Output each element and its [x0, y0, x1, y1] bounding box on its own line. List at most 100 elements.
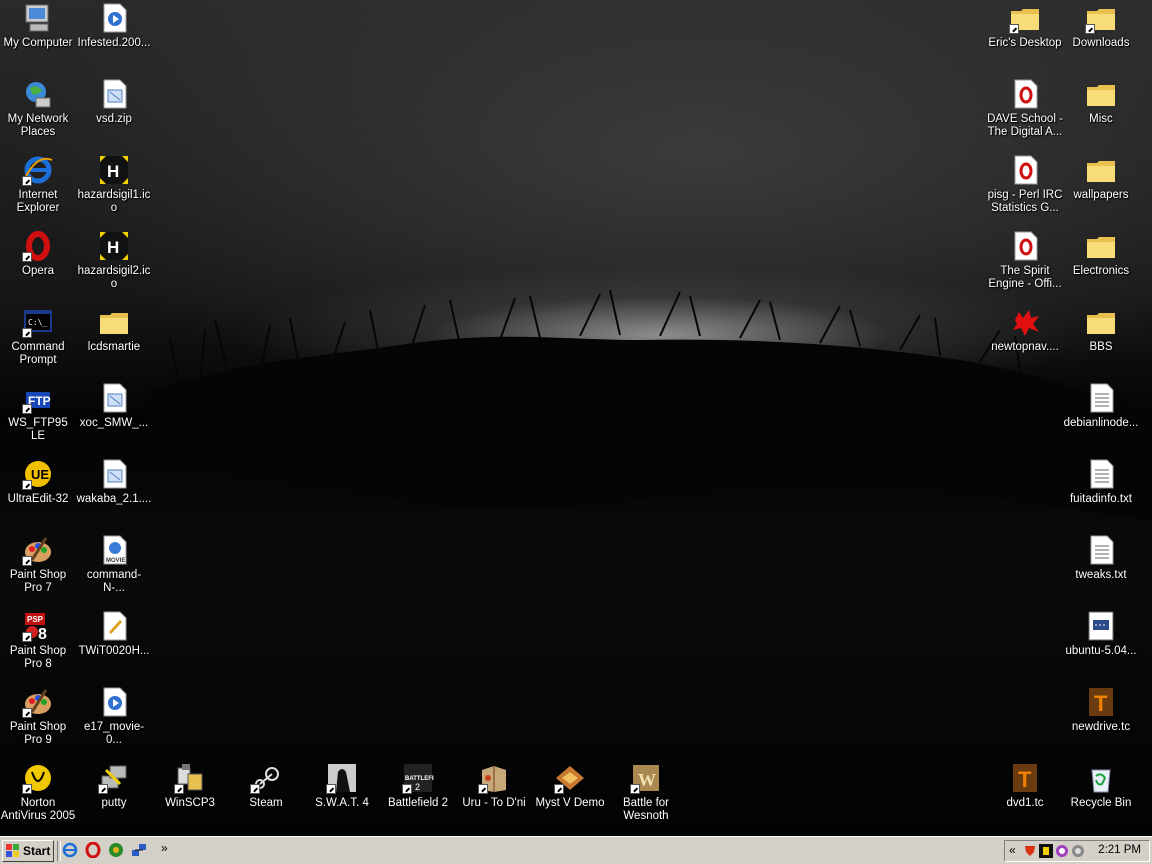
svg-text:MOVIE: MOVIE: [106, 558, 125, 564]
desktop-icon-internet-explorer[interactable]: Internet Explorer: [0, 152, 76, 228]
desktop-icon-command-prompt[interactable]: C:\_ Command Prompt: [0, 304, 76, 380]
desktop-icon-norton-antivirus-2005[interactable]: Norton AntiVirus 2005: [0, 760, 76, 836]
icon-image: W: [630, 762, 662, 794]
quicklaunch-chevron[interactable]: »: [161, 841, 168, 855]
shortcut-arrow-icon: [22, 404, 32, 414]
desktop-icon-bbs[interactable]: BBS: [1063, 304, 1139, 380]
desktop-icon-paint-shop-pro-7[interactable]: Paint Shop Pro 7: [0, 532, 76, 608]
desktop-icon-opera[interactable]: Opera: [0, 228, 76, 304]
my-computer-icon: [25, 4, 49, 32]
svg-text:T: T: [1094, 691, 1108, 716]
chat-icon[interactable]: [1055, 844, 1069, 858]
desktop-icon-ws-ftp95-le[interactable]: FTP WS_FTP95 LE: [0, 380, 76, 456]
desktop-icon-misc[interactable]: Misc: [1063, 76, 1139, 152]
icon-label: Opera: [22, 265, 54, 277]
volume-icon[interactable]: [1071, 844, 1085, 858]
desktop-icon-lcdsmartie[interactable]: lcdsmartie: [76, 304, 152, 380]
desktop-icon-winscp3[interactable]: WinSCP3: [152, 760, 228, 836]
desktop-icon-s-w-a-t-4[interactable]: S.W.A.T. 4: [304, 760, 380, 836]
icon-image: MOVIE: [98, 534, 130, 566]
icon-label: Paint Shop Pro 8: [9, 645, 67, 670]
desktop-icon-the-spirit-engine-offi[interactable]: The Spirit Engine - Offi...: [987, 228, 1063, 304]
desktop-icon-battle-for-wesnoth[interactable]: W Battle for Wesnoth: [608, 760, 684, 836]
clock[interactable]: 2:21 PM: [1098, 844, 1141, 856]
desktop-icon-myst-v-demo[interactable]: Myst V Demo: [532, 760, 608, 836]
icon-image: [1085, 534, 1117, 566]
desktop-icon-infested-200[interactable]: Infested.200...: [76, 0, 152, 76]
desktop-icon-recycle-bin[interactable]: Recycle Bin: [1063, 760, 1139, 836]
desktop-icon-putty[interactable]: putty: [76, 760, 152, 836]
icon-image: H: [98, 230, 130, 262]
desktop-icon-e17-movie-0[interactable]: e17_movie-0...: [76, 684, 152, 760]
desktop-icon-xoc-smw[interactable]: xoc_SMW_...: [76, 380, 152, 456]
icon-image: FTP: [22, 382, 54, 414]
desktop-icon-tweaks-txt[interactable]: tweaks.txt: [1063, 532, 1139, 608]
quicktime-file-icon: MOVIE: [103, 535, 127, 565]
desktop-icon-vsd-zip[interactable]: vsd.zip: [76, 76, 152, 152]
icon-image: [1085, 2, 1117, 34]
svg-text:T: T: [1018, 767, 1032, 792]
icon-image: [22, 534, 54, 566]
desktop-icon-steam[interactable]: Steam: [228, 760, 304, 836]
start-button[interactable]: Start: [2, 840, 54, 862]
desktop-icon-paint-shop-pro-8[interactable]: PSP 8 Paint Shop Pro 8: [0, 608, 76, 684]
desktop[interactable]: [0, 0, 1152, 836]
desktop-icon-twit0020h[interactable]: TWiT0020H...: [76, 608, 152, 684]
icon-image: [1009, 2, 1041, 34]
desktop-icon-ubuntu-5-04[interactable]: ubuntu-5.04...: [1063, 608, 1139, 684]
desktop-icon-my-network-places[interactable]: My Network Places: [0, 76, 76, 152]
desktop-icon-paint-shop-pro-9[interactable]: Paint Shop Pro 9: [0, 684, 76, 760]
icon-label: xoc_SMW_...: [79, 417, 149, 429]
icon-label: BBS: [1089, 341, 1113, 353]
browser-icon[interactable]: [108, 842, 124, 858]
desktop-icon-hazardsigil2-ico[interactable]: Hhazardsigil2.ico: [76, 228, 152, 304]
icon-image: [98, 306, 130, 338]
desktop-icon-my-computer[interactable]: My Computer: [0, 0, 76, 76]
icon-image: [1085, 762, 1117, 794]
icon-image: T: [1009, 762, 1041, 794]
icon-image: [22, 2, 54, 34]
desktop-icon-dave-school-the-digital-a[interactable]: DAVE School - The Digital A...: [987, 76, 1063, 152]
desktop-icon-newdrive-tc[interactable]: Tnewdrive.tc: [1063, 684, 1139, 760]
shield-icon[interactable]: [1023, 844, 1037, 858]
icon-label: My Computer: [3, 37, 73, 49]
start-label: Start: [23, 844, 51, 858]
opera-document-icon: [1014, 231, 1038, 261]
tray-expand-chevron[interactable]: «: [1009, 843, 1016, 857]
text-file-icon: [1090, 459, 1114, 489]
icon-image: [1009, 78, 1041, 110]
desktop-icon-hazardsigil1-ico[interactable]: Hhazardsigil1.ico: [76, 152, 152, 228]
desktop-icon-newtopnav[interactable]: newtopnav....: [987, 304, 1063, 380]
icon-label: newdrive.tc: [1071, 721, 1131, 733]
desktop-icon-uru-to-d-ni[interactable]: Uru - To D'ni: [456, 760, 532, 836]
shortcut-arrow-icon: [22, 480, 32, 490]
desktop-icon-dvd1-tc[interactable]: Tdvd1.tc: [987, 760, 1063, 836]
icon-label: newtopnav....: [991, 341, 1059, 353]
desktop-icon-fuitadinfo-txt[interactable]: fuitadinfo.txt: [1063, 456, 1139, 532]
hazard-icon[interactable]: [1039, 844, 1053, 858]
desktop-icon-pisg-perl-irc-statistics-g[interactable]: pisg - Perl IRC Statistics G...: [987, 152, 1063, 228]
desktop-icon-ultraedit-32[interactable]: UE UltraEdit-32: [0, 456, 76, 532]
icon-image: UE: [22, 458, 54, 490]
desktop-icon-wakaba-2-1[interactable]: wakaba_2.1....: [76, 456, 152, 532]
splat-image-icon: [1013, 310, 1039, 336]
desktop-icon-debianlinode[interactable]: debianlinode...: [1063, 380, 1139, 456]
icon-label: TWiT0020H...: [78, 645, 150, 657]
desktop-icon-wallpapers[interactable]: wallpapers: [1063, 152, 1139, 228]
shortcut-arrow-icon: [478, 784, 488, 794]
desktop-icon-downloads[interactable]: Downloads: [1063, 0, 1139, 76]
desktop-icon-command-n[interactable]: MOVIE command-N-...: [76, 532, 152, 608]
desktop-icon-electronics[interactable]: Electronics: [1063, 228, 1139, 304]
opera-icon[interactable]: [85, 842, 101, 858]
desktop-icon-eric-s-desktop[interactable]: Eric's Desktop: [987, 0, 1063, 76]
network-icon[interactable]: [131, 842, 147, 858]
icon-label: Battle for Wesnoth: [622, 797, 670, 822]
desktop-icon-battlefield-2[interactable]: BATTLEFIELD2 Battlefield 2: [380, 760, 456, 836]
icon-image: [98, 458, 130, 490]
icon-image: [22, 762, 54, 794]
icon-label: Eric's Desktop: [988, 37, 1062, 49]
internet-explorer-icon[interactable]: [62, 842, 78, 858]
icon-image: [174, 762, 206, 794]
icon-image: [1085, 610, 1117, 642]
zip-file-icon: [103, 383, 127, 413]
